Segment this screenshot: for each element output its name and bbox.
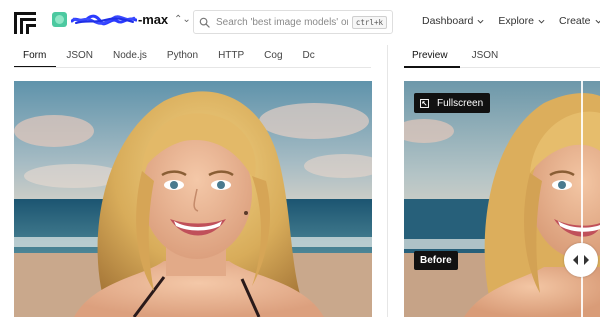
tab-http[interactable]: HTTP (208, 50, 254, 67)
top-bar: -max ⌃⌄ Search 'best image models' or 't… (0, 0, 600, 45)
tab-python[interactable]: Python (157, 50, 208, 67)
nav-create[interactable]: Create (559, 15, 600, 27)
search-shortcut: ctrl+k (351, 15, 387, 29)
fullscreen-label: Fullscreen (437, 97, 484, 109)
redacted-owner-name (71, 14, 137, 25)
compare-slider-handle[interactable] (564, 243, 598, 277)
search-icon (199, 17, 210, 28)
tab-cog[interactable]: Cog (254, 50, 292, 67)
tab-form[interactable]: Form (14, 50, 57, 67)
search-box[interactable]: Search 'best image models' or 't... ctrl… (193, 10, 393, 34)
output-tabs: Preview JSON (404, 45, 600, 68)
nav-explore-label: Explore (498, 15, 534, 27)
chevron-down-icon (538, 19, 545, 24)
tab-docker[interactable]: Dc (293, 50, 325, 67)
nav-dashboard[interactable]: Dashboard (422, 15, 484, 27)
top-nav: Dashboard Explore Create (422, 15, 600, 27)
model-switcher[interactable]: -max ⌃⌄ (52, 12, 191, 27)
tab-preview[interactable]: Preview (404, 50, 460, 68)
input-image (14, 81, 372, 317)
before-label: Before (414, 251, 458, 270)
model-avatar (52, 12, 67, 27)
tab-json[interactable]: JSON (56, 50, 103, 67)
model-name: -max (138, 12, 168, 27)
nav-create-label: Create (558, 15, 591, 27)
tab-nodejs[interactable]: Node.js (103, 50, 157, 67)
logo-icon[interactable] (14, 12, 36, 34)
nav-dashboard-label: Dashboard (422, 15, 474, 27)
preview-image[interactable] (404, 81, 600, 317)
tab-output-json[interactable]: JSON (460, 50, 511, 67)
panel-divider (387, 45, 388, 317)
fullscreen-button[interactable]: Fullscreen (414, 93, 491, 113)
switch-chevrons-icon: ⌃⌄ (173, 13, 191, 25)
fullscreen-icon (420, 98, 429, 108)
input-tabs: Form JSON Node.js Python HTTP Cog Dc (14, 45, 371, 68)
search-input[interactable]: Search 'best image models' or 't... (216, 17, 348, 28)
compare-divider[interactable] (581, 81, 583, 317)
compare-arrows-icon (573, 255, 589, 265)
chevron-down-icon (595, 19, 600, 24)
chevron-down-icon (477, 19, 484, 24)
nav-explore[interactable]: Explore (498, 15, 545, 27)
